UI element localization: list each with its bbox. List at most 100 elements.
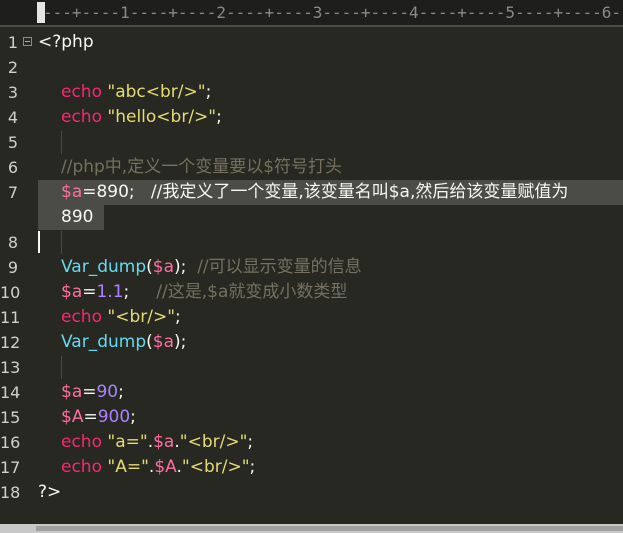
line-code: Var_dump($a); //可以显示变量的信息 bbox=[61, 255, 362, 280]
code-token: 1.1 bbox=[96, 282, 124, 302]
code-line[interactable]: 2 bbox=[0, 55, 623, 80]
line-number: 6 bbox=[7, 158, 18, 177]
code-token: //php中,定义一个变量要以$符号打头 bbox=[61, 157, 343, 177]
line-number: 5 bbox=[7, 133, 18, 152]
line-code: echo "abc<br/>"; bbox=[61, 80, 211, 105]
line-number: 11 bbox=[0, 308, 21, 327]
code-token: "A=" bbox=[107, 457, 149, 477]
code-token: = bbox=[82, 282, 97, 302]
line-code: $A=900; bbox=[61, 405, 136, 430]
line-number: 7 bbox=[7, 183, 18, 202]
code-token: "<br/>" bbox=[179, 432, 248, 452]
fold-toggle-icon[interactable] bbox=[23, 37, 32, 46]
horizontal-scrollbar[interactable] bbox=[0, 524, 623, 533]
line-code: $a=890; //我定义了一个变量,该变量名叫$a,然后给该变量赋值为 bbox=[61, 180, 568, 205]
line-number: 18 bbox=[0, 483, 21, 502]
code-line[interactable]: 12 Var_dump($a); bbox=[0, 330, 623, 355]
code-token: ; bbox=[118, 382, 124, 402]
code-token: "a=" bbox=[107, 432, 148, 452]
code-line[interactable]: 15 $A=900; bbox=[0, 405, 623, 430]
code-token: ; bbox=[205, 82, 212, 102]
code-token: <?php bbox=[38, 32, 94, 52]
line-number: 3 bbox=[7, 83, 18, 102]
code-token: ); bbox=[174, 332, 187, 352]
line-number: 15 bbox=[0, 408, 21, 427]
code-token: 900 bbox=[97, 407, 131, 427]
code-token: ; bbox=[130, 407, 136, 427]
code-token: $A bbox=[154, 457, 177, 477]
line-number: 16 bbox=[0, 433, 21, 452]
code-line[interactable]: 16 echo "a=".$a."<br/>"; bbox=[0, 430, 623, 455]
scrollbar-thumb[interactable] bbox=[36, 526, 623, 531]
line-code: ?> bbox=[38, 480, 61, 505]
code-token: //我定义了一个变量,该变量名叫$a,然后给该变量赋值为 bbox=[150, 182, 569, 202]
code-line[interactable]: 11 echo "<br/>"; bbox=[0, 305, 623, 330]
code-token: "<br/>" bbox=[107, 307, 176, 327]
code-line[interactable]: 1 <?php bbox=[0, 30, 623, 55]
code-token: ( bbox=[146, 257, 153, 277]
code-token: Var_dump bbox=[61, 332, 147, 352]
code-line[interactable]: 14 $a=90; bbox=[0, 380, 623, 405]
code-line[interactable]: 3 echo "abc<br/>"; bbox=[0, 80, 623, 105]
code-line[interactable]: 8 bbox=[0, 230, 623, 255]
code-token: =890; bbox=[82, 182, 151, 202]
line-code: echo "a=".$a."<br/>"; bbox=[61, 430, 253, 455]
code-line[interactable]: 5 bbox=[0, 130, 623, 155]
line-number: 9 bbox=[7, 258, 18, 277]
code-token: ; bbox=[247, 432, 254, 452]
line-code: Var_dump($a); bbox=[61, 330, 186, 355]
code-token: " bbox=[197, 82, 206, 102]
code-token: echo bbox=[61, 457, 102, 477]
code-token: $a bbox=[152, 257, 175, 277]
line-number: 10 bbox=[0, 283, 21, 302]
line-code: $a=90; bbox=[61, 380, 124, 405]
code-line[interactable]: 9 Var_dump($a); //可以显示变量的信息 bbox=[0, 255, 623, 280]
line-number: 14 bbox=[0, 383, 21, 402]
text-cursor bbox=[38, 231, 40, 253]
line-code: //php中,定义一个变量要以$符号打头 bbox=[61, 155, 342, 180]
line-code: <?php bbox=[38, 30, 94, 55]
code-token: $a bbox=[61, 282, 83, 302]
code-editor[interactable]: 1 <?php 2 3 echo "abc<br/>"; 4 echo "hello<br/… bbox=[0, 27, 623, 524]
code-line[interactable]: 4 echo "hello<br/>"; bbox=[0, 105, 623, 130]
code-line[interactable]: 7 $a=890; //我定义了一个变量,该变量名叫$a,然后给该变量赋值为 bbox=[0, 180, 623, 205]
code-token: ( bbox=[146, 332, 153, 352]
line-number: 4 bbox=[7, 108, 18, 127]
code-token: "<br/>" bbox=[181, 457, 250, 477]
code-token: = bbox=[82, 382, 97, 402]
line-number: 12 bbox=[0, 333, 21, 352]
line-code: echo "<br/>"; bbox=[61, 305, 181, 330]
column-ruler: ---+----1----+----2----+----3----+----4-… bbox=[0, 0, 623, 27]
code-line[interactable]: 18 ?> bbox=[0, 480, 623, 505]
code-token: echo bbox=[61, 307, 102, 327]
code-line[interactable]: 10 $a=1.1; //这是,$a就变成小数类型 bbox=[0, 280, 623, 305]
line-number: 17 bbox=[0, 458, 21, 477]
code-token: $a bbox=[153, 432, 175, 452]
code-token: ; bbox=[175, 307, 181, 327]
code-token: echo bbox=[61, 82, 102, 102]
code-token: echo bbox=[61, 107, 102, 127]
code-line[interactable]: 6 //php中,定义一个变量要以$符号打头 bbox=[0, 155, 623, 180]
line-number: 13 bbox=[0, 358, 21, 377]
code-line[interactable]: 13 bbox=[0, 355, 623, 380]
code-token: ?> bbox=[38, 482, 62, 502]
code-token: //可以显示变量的信息 bbox=[197, 257, 362, 277]
code-token: ; bbox=[216, 107, 222, 127]
code-token: ; bbox=[249, 457, 256, 477]
code-token: "abc bbox=[107, 82, 146, 102]
code-line[interactable]: 17 echo "A=".$A."<br/>"; bbox=[0, 455, 623, 480]
line-code: echo "A=".$A."<br/>"; bbox=[61, 455, 255, 480]
code-token: $A bbox=[61, 407, 84, 427]
code-line[interactable]: 890 bbox=[0, 205, 623, 230]
line-code: $a=1.1; //这是,$a就变成小数类型 bbox=[61, 280, 347, 305]
ruler-text: ---+----1----+----2----+----3----+----4-… bbox=[43, 3, 623, 22]
code-token: echo bbox=[61, 432, 102, 452]
line-code: 890 bbox=[61, 205, 93, 230]
line-number: 8 bbox=[7, 233, 18, 252]
code-token: "hello bbox=[107, 107, 157, 127]
code-token: $a bbox=[152, 332, 175, 352]
code-token: " bbox=[208, 107, 217, 127]
code-token: = bbox=[83, 407, 98, 427]
code-token: <br/> bbox=[156, 107, 209, 127]
code-token: //这是,$a就变成小数类型 bbox=[156, 282, 348, 302]
